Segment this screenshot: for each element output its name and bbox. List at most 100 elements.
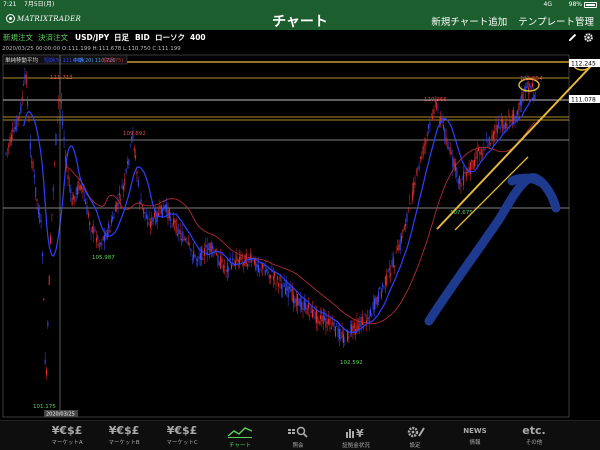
- candle-body: [419, 156, 421, 159]
- candle-body: [465, 171, 467, 177]
- chart-icon: [227, 427, 253, 438]
- candle-body: [506, 123, 508, 129]
- tab-market-b[interactable]: ¥€$£ マーケットB: [94, 421, 154, 450]
- chart-type-select[interactable]: ローソク: [155, 30, 185, 45]
- candle-body: [313, 309, 315, 312]
- candle-body: [174, 220, 176, 223]
- ohlc-info: 2020/03/25 00:00:00 O:111.199 H:111.678 …: [2, 46, 181, 52]
- candle-body: [490, 142, 492, 144]
- candle-body: [370, 309, 371, 317]
- candle-body: [309, 315, 311, 317]
- bar-count-select[interactable]: 400: [190, 30, 206, 45]
- candle-body: [424, 144, 425, 146]
- candle-body: [517, 110, 519, 116]
- candle-body: [289, 286, 290, 289]
- candle-body: [64, 155, 66, 162]
- candle-body: [437, 109, 439, 111]
- candle-body: [476, 150, 478, 160]
- candle-body: [417, 168, 419, 170]
- candle-body: [28, 120, 30, 122]
- tab-market-c[interactable]: ¥€$£ マーケットC: [152, 421, 212, 450]
- candle-body: [152, 217, 154, 222]
- period-select[interactable]: 日足: [114, 30, 129, 45]
- candle-body: [175, 219, 177, 233]
- gear-icon[interactable]: [583, 32, 594, 43]
- candle-body: [31, 161, 33, 163]
- candle-body: [36, 199, 38, 202]
- candle-body: [364, 313, 366, 316]
- tab-settings[interactable]: 設定: [385, 421, 445, 450]
- currency-icon: ¥€$£: [108, 424, 140, 437]
- candle-body: [58, 100, 60, 102]
- pencil-icon[interactable]: [567, 32, 578, 43]
- tab-other[interactable]: etc. その他: [504, 421, 564, 450]
- candle-body: [297, 294, 299, 306]
- candle-body: [295, 298, 297, 307]
- candle-body: [198, 256, 200, 259]
- candle-body: [201, 246, 203, 261]
- candle-body: [333, 321, 335, 327]
- candle-body: [278, 283, 280, 288]
- candle-body: [40, 220, 42, 223]
- candle-body: [348, 336, 350, 338]
- candle-body: [446, 146, 448, 148]
- candle-body: [181, 238, 182, 241]
- candle-body: [168, 208, 170, 219]
- status-bar: 7:21 7月5日(月) 4G 98%: [0, 0, 600, 9]
- candle-body: [311, 309, 313, 318]
- candle-body: [102, 236, 104, 240]
- tab-chart[interactable]: チャート: [210, 421, 270, 450]
- candle-body: [374, 298, 376, 310]
- price-chart[interactable]: 単純移動平均 短期(5) 111.078 中期(20) 110.720 長期(7…: [0, 53, 600, 420]
- candle-body: [407, 207, 409, 210]
- settle-order-button[interactable]: 決済注文: [38, 30, 68, 45]
- new-order-button[interactable]: 新規注文: [3, 30, 33, 45]
- candle-body: [108, 223, 110, 229]
- candle-body: [90, 230, 92, 232]
- tab-margin[interactable]: ¥ 証拠金状況: [326, 421, 386, 450]
- candle-body: [299, 298, 301, 308]
- candle-body: [463, 171, 465, 186]
- candle-body: [433, 109, 435, 115]
- candle-body: [284, 287, 286, 295]
- candle-body: [210, 242, 212, 252]
- candle-body: [149, 221, 151, 228]
- candle-body: [110, 219, 112, 224]
- candle-body: [510, 120, 512, 122]
- candle-body: [298, 298, 300, 306]
- candle-body: [498, 121, 500, 129]
- chart-area[interactable]: 単純移動平均 短期(5) 111.078 中期(20) 110.720 長期(7…: [0, 53, 600, 420]
- candle-body: [125, 169, 127, 173]
- candle-body: [307, 302, 309, 309]
- candle-body: [52, 187, 54, 192]
- candle-body: [20, 103, 22, 113]
- candle-body: [124, 178, 126, 185]
- candle-body: [194, 254, 196, 258]
- candle-body: [89, 221, 91, 226]
- add-chart-button[interactable]: 新規チャート追加: [431, 17, 507, 28]
- candle-body: [382, 284, 384, 287]
- tab-market-a[interactable]: ¥€$£ マーケットA: [37, 421, 97, 450]
- candle-body: [83, 199, 85, 201]
- tab-inquiry[interactable]: 照会: [268, 421, 328, 450]
- arrow-head-drawing[interactable]: [507, 173, 545, 187]
- candle-body: [286, 282, 288, 291]
- candle-body: [113, 217, 115, 219]
- network-indicator: 4G: [543, 1, 552, 8]
- candle-body: [405, 223, 407, 227]
- candle-body: [197, 259, 199, 262]
- template-manage-button[interactable]: テンプレート管理: [518, 17, 594, 28]
- candle-body: [68, 185, 70, 187]
- candle-body: [318, 321, 320, 324]
- currency-pair-select[interactable]: USD/JPY: [75, 30, 109, 45]
- candle-body: [129, 144, 131, 146]
- candle-body: [451, 152, 452, 154]
- candle-body: [473, 159, 475, 167]
- tab-news[interactable]: NEWS 情報: [445, 421, 505, 450]
- candle-body: [185, 238, 187, 241]
- candle-body: [100, 243, 101, 244]
- candle-body: [50, 236, 52, 244]
- candle-body: [114, 204, 116, 212]
- candle-body: [402, 229, 404, 233]
- bid-ask-select[interactable]: BID: [135, 30, 150, 45]
